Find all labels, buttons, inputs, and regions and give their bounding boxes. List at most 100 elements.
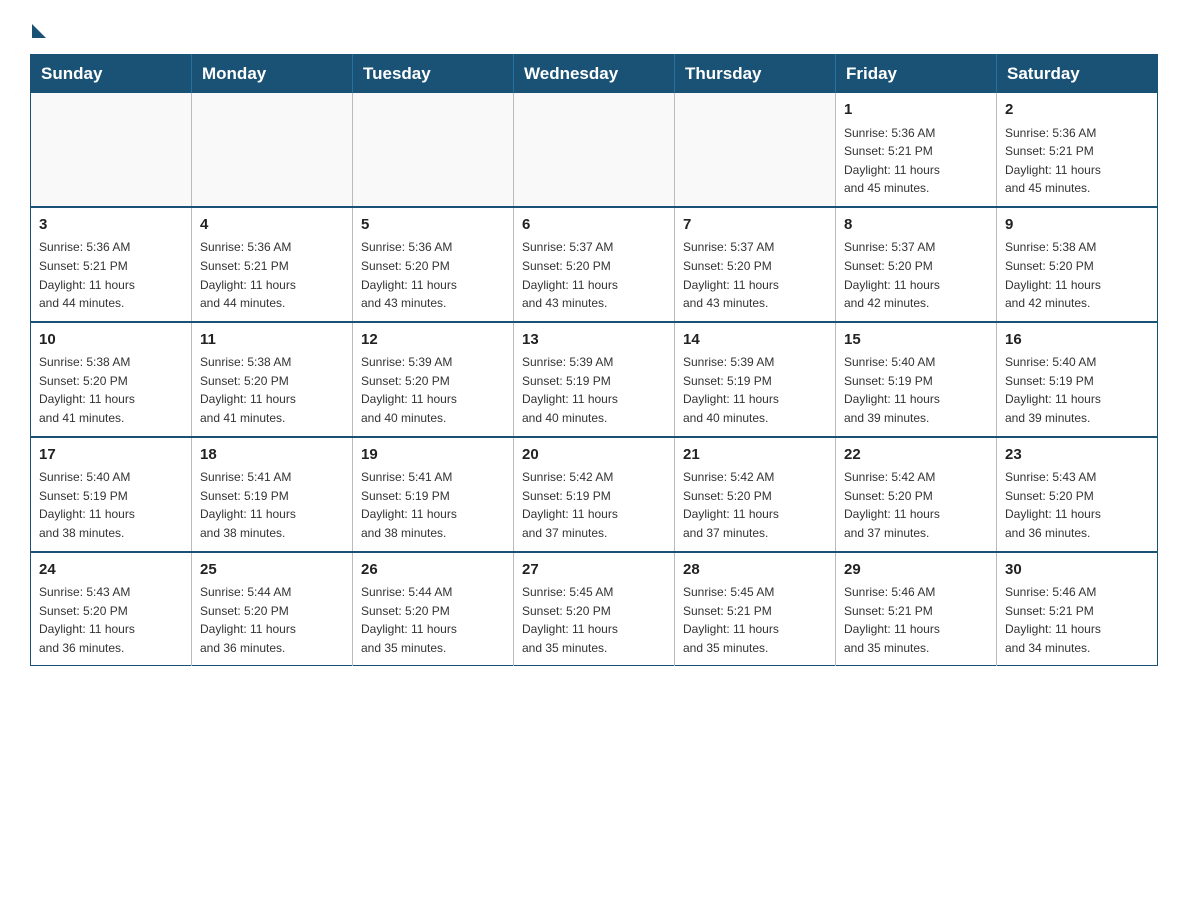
day-number: 10 [39, 329, 183, 352]
calendar-cell: 11Sunrise: 5:38 AM Sunset: 5:20 PM Dayli… [192, 322, 353, 437]
day-number: 16 [1005, 329, 1149, 352]
day-info: Sunrise: 5:46 AM Sunset: 5:21 PM Dayligh… [1005, 583, 1149, 657]
day-info: Sunrise: 5:36 AM Sunset: 5:21 PM Dayligh… [1005, 124, 1149, 198]
calendar-cell: 8Sunrise: 5:37 AM Sunset: 5:20 PM Daylig… [836, 207, 997, 322]
calendar-cell: 2Sunrise: 5:36 AM Sunset: 5:21 PM Daylig… [997, 93, 1158, 207]
calendar-cell: 22Sunrise: 5:42 AM Sunset: 5:20 PM Dayli… [836, 437, 997, 552]
day-number: 20 [522, 444, 666, 467]
day-number: 1 [844, 99, 988, 122]
calendar-cell: 10Sunrise: 5:38 AM Sunset: 5:20 PM Dayli… [31, 322, 192, 437]
calendar-week-row: 17Sunrise: 5:40 AM Sunset: 5:19 PM Dayli… [31, 437, 1158, 552]
calendar-cell: 4Sunrise: 5:36 AM Sunset: 5:21 PM Daylig… [192, 207, 353, 322]
day-info: Sunrise: 5:45 AM Sunset: 5:20 PM Dayligh… [522, 583, 666, 657]
day-number: 28 [683, 559, 827, 582]
day-info: Sunrise: 5:38 AM Sunset: 5:20 PM Dayligh… [200, 353, 344, 427]
day-number: 9 [1005, 214, 1149, 237]
weekday-header-tuesday: Tuesday [353, 55, 514, 94]
day-info: Sunrise: 5:38 AM Sunset: 5:20 PM Dayligh… [39, 353, 183, 427]
day-info: Sunrise: 5:37 AM Sunset: 5:20 PM Dayligh… [522, 238, 666, 312]
calendar-cell: 21Sunrise: 5:42 AM Sunset: 5:20 PM Dayli… [675, 437, 836, 552]
calendar-cell [353, 93, 514, 207]
day-number: 25 [200, 559, 344, 582]
day-info: Sunrise: 5:42 AM Sunset: 5:20 PM Dayligh… [844, 468, 988, 542]
weekday-header-wednesday: Wednesday [514, 55, 675, 94]
calendar-cell [514, 93, 675, 207]
calendar-cell: 28Sunrise: 5:45 AM Sunset: 5:21 PM Dayli… [675, 552, 836, 666]
calendar-cell: 18Sunrise: 5:41 AM Sunset: 5:19 PM Dayli… [192, 437, 353, 552]
day-info: Sunrise: 5:42 AM Sunset: 5:19 PM Dayligh… [522, 468, 666, 542]
day-info: Sunrise: 5:40 AM Sunset: 5:19 PM Dayligh… [844, 353, 988, 427]
day-number: 13 [522, 329, 666, 352]
calendar-cell: 19Sunrise: 5:41 AM Sunset: 5:19 PM Dayli… [353, 437, 514, 552]
day-info: Sunrise: 5:40 AM Sunset: 5:19 PM Dayligh… [1005, 353, 1149, 427]
calendar-cell: 6Sunrise: 5:37 AM Sunset: 5:20 PM Daylig… [514, 207, 675, 322]
calendar-cell: 17Sunrise: 5:40 AM Sunset: 5:19 PM Dayli… [31, 437, 192, 552]
calendar-cell: 27Sunrise: 5:45 AM Sunset: 5:20 PM Dayli… [514, 552, 675, 666]
calendar-cell: 9Sunrise: 5:38 AM Sunset: 5:20 PM Daylig… [997, 207, 1158, 322]
day-number: 12 [361, 329, 505, 352]
day-info: Sunrise: 5:36 AM Sunset: 5:21 PM Dayligh… [39, 238, 183, 312]
calendar-week-row: 1 Sunrise: 5:36 AM Sunset: 5:21 PM Daylig… [31, 93, 1158, 207]
day-info: Sunrise: 5:37 AM Sunset: 5:20 PM Dayligh… [683, 238, 827, 312]
weekday-header-sunday: Sunday [31, 55, 192, 94]
calendar-cell: 25Sunrise: 5:44 AM Sunset: 5:20 PM Dayli… [192, 552, 353, 666]
day-number: 29 [844, 559, 988, 582]
day-number: 21 [683, 444, 827, 467]
calendar-cell [192, 93, 353, 207]
day-number: 17 [39, 444, 183, 467]
day-number: 30 [1005, 559, 1149, 582]
day-info: Sunrise: 5:44 AM Sunset: 5:20 PM Dayligh… [200, 583, 344, 657]
day-number: 24 [39, 559, 183, 582]
day-info: Sunrise: 5:39 AM Sunset: 5:20 PM Dayligh… [361, 353, 505, 427]
day-info: Sunrise: 5:39 AM Sunset: 5:19 PM Dayligh… [683, 353, 827, 427]
day-info: Sunrise: 5:39 AM Sunset: 5:19 PM Dayligh… [522, 353, 666, 427]
day-info: Sunrise: 5:44 AM Sunset: 5:20 PM Dayligh… [361, 583, 505, 657]
calendar-cell: 30Sunrise: 5:46 AM Sunset: 5:21 PM Dayli… [997, 552, 1158, 666]
day-info: Sunrise: 5:36 AM Sunset: 5:20 PM Dayligh… [361, 238, 505, 312]
calendar-cell: 20Sunrise: 5:42 AM Sunset: 5:19 PM Dayli… [514, 437, 675, 552]
day-info: Sunrise: 5:42 AM Sunset: 5:20 PM Dayligh… [683, 468, 827, 542]
day-info: Sunrise: 5:45 AM Sunset: 5:21 PM Dayligh… [683, 583, 827, 657]
calendar-cell: 7Sunrise: 5:37 AM Sunset: 5:20 PM Daylig… [675, 207, 836, 322]
calendar-table: SundayMondayTuesdayWednesdayThursdayFrid… [30, 54, 1158, 666]
weekday-header-thursday: Thursday [675, 55, 836, 94]
calendar-cell [31, 93, 192, 207]
calendar-cell: 24Sunrise: 5:43 AM Sunset: 5:20 PM Dayli… [31, 552, 192, 666]
day-number: 23 [1005, 444, 1149, 467]
day-number: 2 [1005, 99, 1149, 122]
logo [30, 20, 46, 36]
calendar-week-row: 3Sunrise: 5:36 AM Sunset: 5:21 PM Daylig… [31, 207, 1158, 322]
day-number: 19 [361, 444, 505, 467]
weekday-header-monday: Monday [192, 55, 353, 94]
calendar-cell: 16Sunrise: 5:40 AM Sunset: 5:19 PM Dayli… [997, 322, 1158, 437]
day-number: 22 [844, 444, 988, 467]
day-info: Sunrise: 5:43 AM Sunset: 5:20 PM Dayligh… [39, 583, 183, 657]
calendar-cell: 23Sunrise: 5:43 AM Sunset: 5:20 PM Dayli… [997, 437, 1158, 552]
day-number: 18 [200, 444, 344, 467]
day-number: 7 [683, 214, 827, 237]
day-info: Sunrise: 5:37 AM Sunset: 5:20 PM Dayligh… [844, 238, 988, 312]
calendar-cell: 15Sunrise: 5:40 AM Sunset: 5:19 PM Dayli… [836, 322, 997, 437]
day-number: 15 [844, 329, 988, 352]
day-number: 26 [361, 559, 505, 582]
calendar-week-row: 10Sunrise: 5:38 AM Sunset: 5:20 PM Dayli… [31, 322, 1158, 437]
calendar-cell: 29Sunrise: 5:46 AM Sunset: 5:21 PM Dayli… [836, 552, 997, 666]
day-number: 8 [844, 214, 988, 237]
page-header [30, 20, 1158, 36]
weekday-header-row: SundayMondayTuesdayWednesdayThursdayFrid… [31, 55, 1158, 94]
day-info: Sunrise: 5:38 AM Sunset: 5:20 PM Dayligh… [1005, 238, 1149, 312]
calendar-cell: 26Sunrise: 5:44 AM Sunset: 5:20 PM Dayli… [353, 552, 514, 666]
day-info: Sunrise: 5:36 AM Sunset: 5:21 PM Dayligh… [200, 238, 344, 312]
calendar-cell: 5Sunrise: 5:36 AM Sunset: 5:20 PM Daylig… [353, 207, 514, 322]
calendar-cell [675, 93, 836, 207]
day-number: 3 [39, 214, 183, 237]
day-number: 6 [522, 214, 666, 237]
day-info: Sunrise: 5:40 AM Sunset: 5:19 PM Dayligh… [39, 468, 183, 542]
day-info: Sunrise: 5:41 AM Sunset: 5:19 PM Dayligh… [361, 468, 505, 542]
day-number: 27 [522, 559, 666, 582]
day-info: Sunrise: 5:46 AM Sunset: 5:21 PM Dayligh… [844, 583, 988, 657]
day-number: 4 [200, 214, 344, 237]
calendar-week-row: 24Sunrise: 5:43 AM Sunset: 5:20 PM Dayli… [31, 552, 1158, 666]
logo-arrow-icon [32, 24, 46, 38]
calendar-cell: 3Sunrise: 5:36 AM Sunset: 5:21 PM Daylig… [31, 207, 192, 322]
